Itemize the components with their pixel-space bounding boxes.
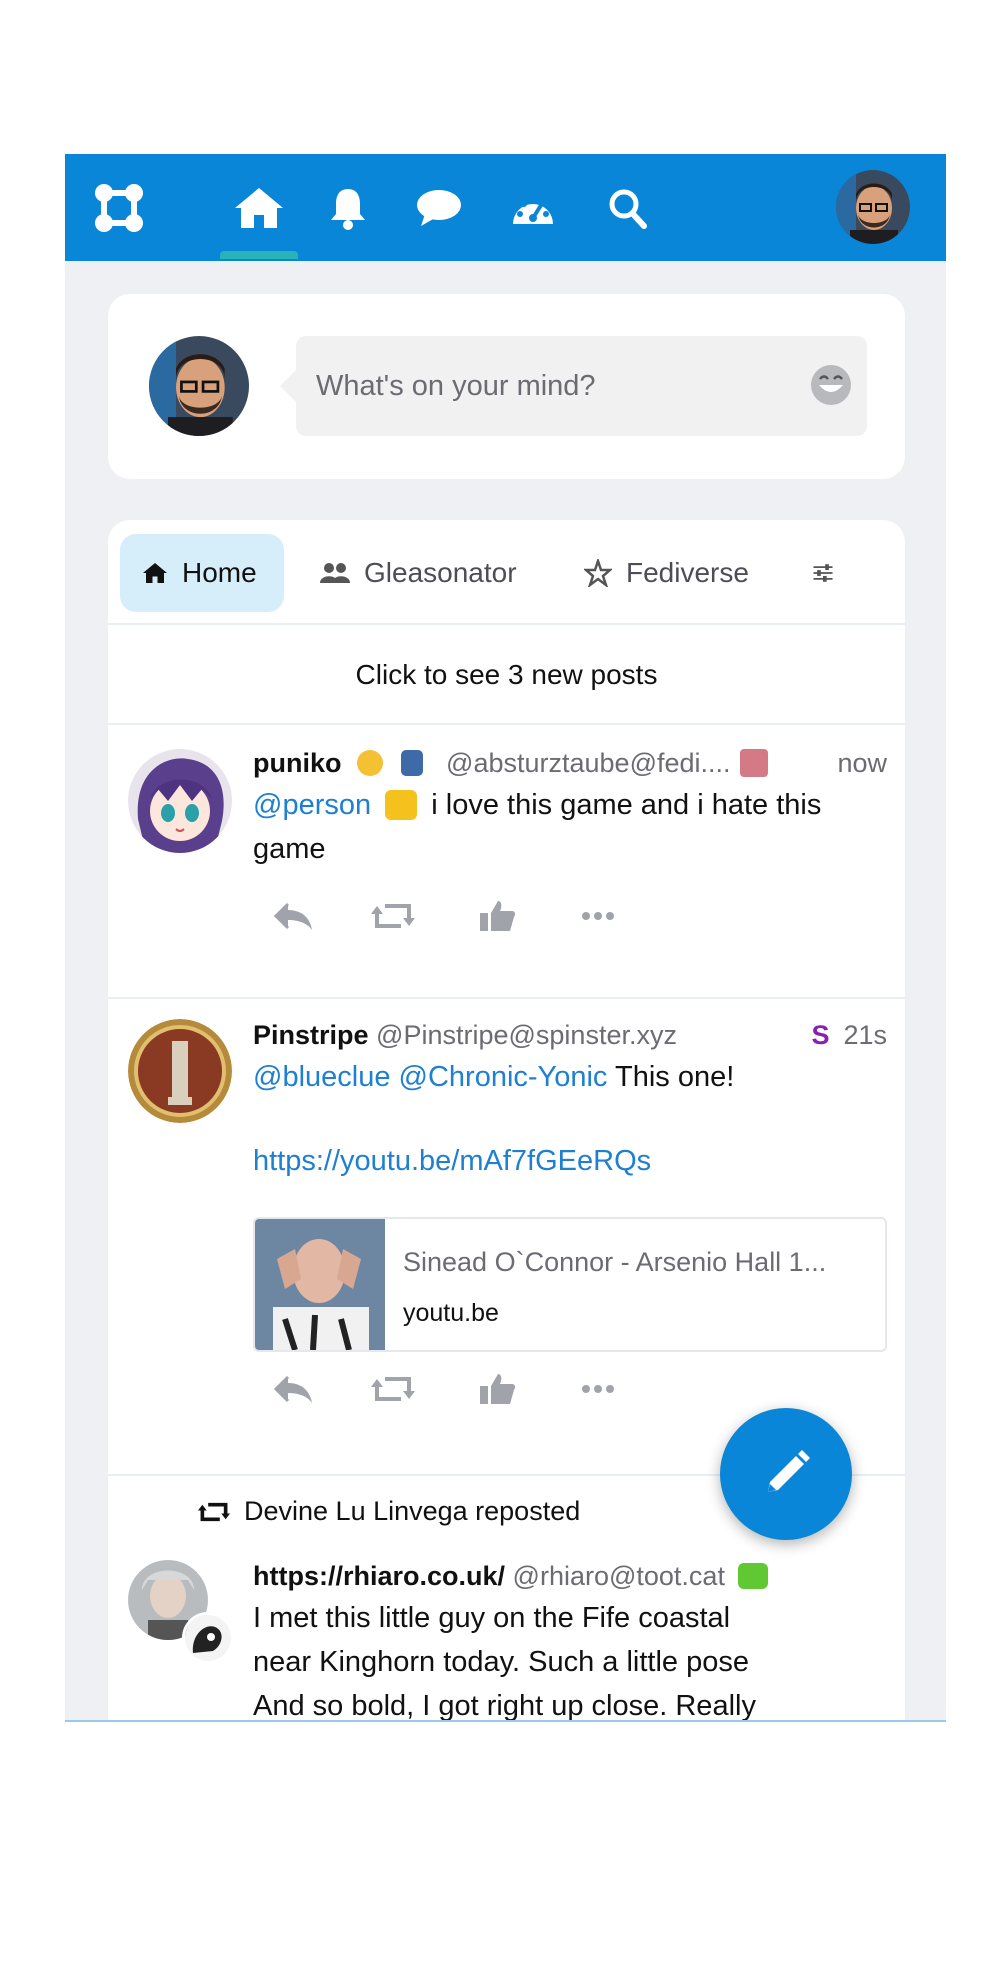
author-handle[interactable]: @rhiaro@toot.cat <box>513 1561 725 1591</box>
link-preview-card[interactable]: Sinead O`Connor - Arsenio Hall 1... yout… <box>253 1217 887 1352</box>
emoji-green-icon <box>738 1563 769 1589</box>
pencil-icon <box>768 1450 810 1492</box>
post-text: I met this little guy on the Fife coasta… <box>253 1602 756 1722</box>
author-name[interactable]: Pinstripe <box>253 1020 369 1050</box>
link-preview-title: Sinead O`Connor - Arsenio Hall 1... <box>403 1247 827 1277</box>
post-content: puniko @absturztaube@fedi.... now @perso… <box>253 743 887 871</box>
timeline-tabs: Home Gleasonator Fediverse <box>108 520 905 625</box>
post-item[interactable]: Pinstripe @Pinstripe@spinster.xyz S 21s @… <box>108 999 905 1474</box>
like-thumbs-up-icon[interactable] <box>473 891 523 941</box>
repost-indicator: Devine Lu Linvega reposted <box>198 1496 580 1527</box>
post-link-line: https://youtu.be/mAf7fGEeRQs <box>253 1139 887 1183</box>
bell-icon[interactable] <box>323 182 373 234</box>
users-icon <box>320 563 350 583</box>
mention-link[interactable]: @Chronic-Yonic <box>399 1061 608 1093</box>
post-url-link[interactable]: https://youtu.be/mAf7fGEeRQs <box>253 1145 651 1177</box>
tab-gleasonator[interactable]: Gleasonator <box>320 534 517 612</box>
reply-all-icon[interactable] <box>268 1364 318 1414</box>
emoji-sticker-icon <box>385 790 418 820</box>
more-options-icon[interactable] <box>573 891 623 941</box>
post-avatar[interactable] <box>128 749 232 853</box>
compose-post-button[interactable] <box>720 1408 852 1540</box>
link-preview-domain: youtu.be <box>403 1299 499 1327</box>
post-timestamp[interactable]: now <box>837 743 887 783</box>
post-content: Pinstripe @Pinstripe@spinster.xyz S 21s @… <box>253 1015 887 1183</box>
emoji-picker-icon[interactable] <box>809 363 853 407</box>
post-text: @person i love this game and i hate this… <box>253 783 887 871</box>
emoji-anime-icon <box>740 749 769 777</box>
search-icon[interactable] <box>603 182 651 234</box>
mention-link[interactable]: @blueclue <box>253 1061 390 1093</box>
active-tab-indicator <box>220 251 298 259</box>
post-item[interactable]: puniko @absturztaube@fedi.... now @perso… <box>108 727 905 997</box>
home-icon[interactable] <box>228 182 290 234</box>
tab-fediverse[interactable]: Fediverse <box>584 534 749 612</box>
fediverse-star-icon <box>584 559 612 587</box>
tab-home[interactable]: Home <box>120 534 284 612</box>
more-options-icon[interactable] <box>573 1364 623 1414</box>
post-content: https://rhiaro.co.uk/ @rhiaro@toot.cat I… <box>253 1556 887 1722</box>
new-posts-banner[interactable]: Click to see 3 new posts <box>108 627 905 725</box>
post-text: @blueclue @Chronic-Yonic This one! <box>253 1055 887 1099</box>
author-handle[interactable]: @absturztaube@fedi.... <box>446 748 730 778</box>
author-name[interactable]: puniko <box>253 748 342 778</box>
post-text-body: This one! <box>614 1061 735 1093</box>
link-preview-thumbnail <box>255 1219 385 1350</box>
compose-card: What's on your mind? <box>108 294 905 479</box>
timeline-feed: Home Gleasonator Fediverse Click to see … <box>108 520 905 1722</box>
home-icon <box>143 563 167 583</box>
compose-avatar <box>149 336 249 436</box>
dashboard-gauge-icon[interactable] <box>507 182 559 234</box>
emoji-cat-icon <box>357 750 384 776</box>
mention-link[interactable]: @person <box>253 789 371 821</box>
post-timestamp[interactable]: S 21s <box>811 1015 887 1055</box>
reposter-avatar[interactable] <box>182 1612 234 1664</box>
like-thumbs-up-icon[interactable] <box>473 1364 523 1414</box>
instance-badge: S <box>811 1020 830 1050</box>
post-header: puniko @absturztaube@fedi.... now <box>253 743 887 783</box>
repost-icon[interactable] <box>368 891 418 941</box>
compose-placeholder: What's on your mind? <box>316 370 596 402</box>
repost-icon[interactable] <box>368 1364 418 1414</box>
logo-icon[interactable] <box>91 182 147 234</box>
emoji-can-icon <box>400 750 423 776</box>
post-header: https://rhiaro.co.uk/ @rhiaro@toot.cat <box>253 1556 887 1596</box>
chat-bubble-icon[interactable] <box>413 182 465 234</box>
author-name[interactable]: https://rhiaro.co.uk/ <box>253 1561 505 1591</box>
reply-all-icon[interactable] <box>268 891 318 941</box>
repost-icon <box>198 1502 230 1521</box>
post-avatar[interactable] <box>128 1019 232 1123</box>
user-avatar[interactable] <box>836 170 910 244</box>
post-header: Pinstripe @Pinstripe@spinster.xyz S 21s <box>253 1015 887 1055</box>
compose-input[interactable]: What's on your mind? <box>280 336 867 436</box>
timeline-settings-icon[interactable] <box>812 534 848 612</box>
author-handle[interactable]: @Pinstripe@spinster.xyz <box>376 1020 677 1050</box>
top-navigation-bar <box>65 154 946 261</box>
